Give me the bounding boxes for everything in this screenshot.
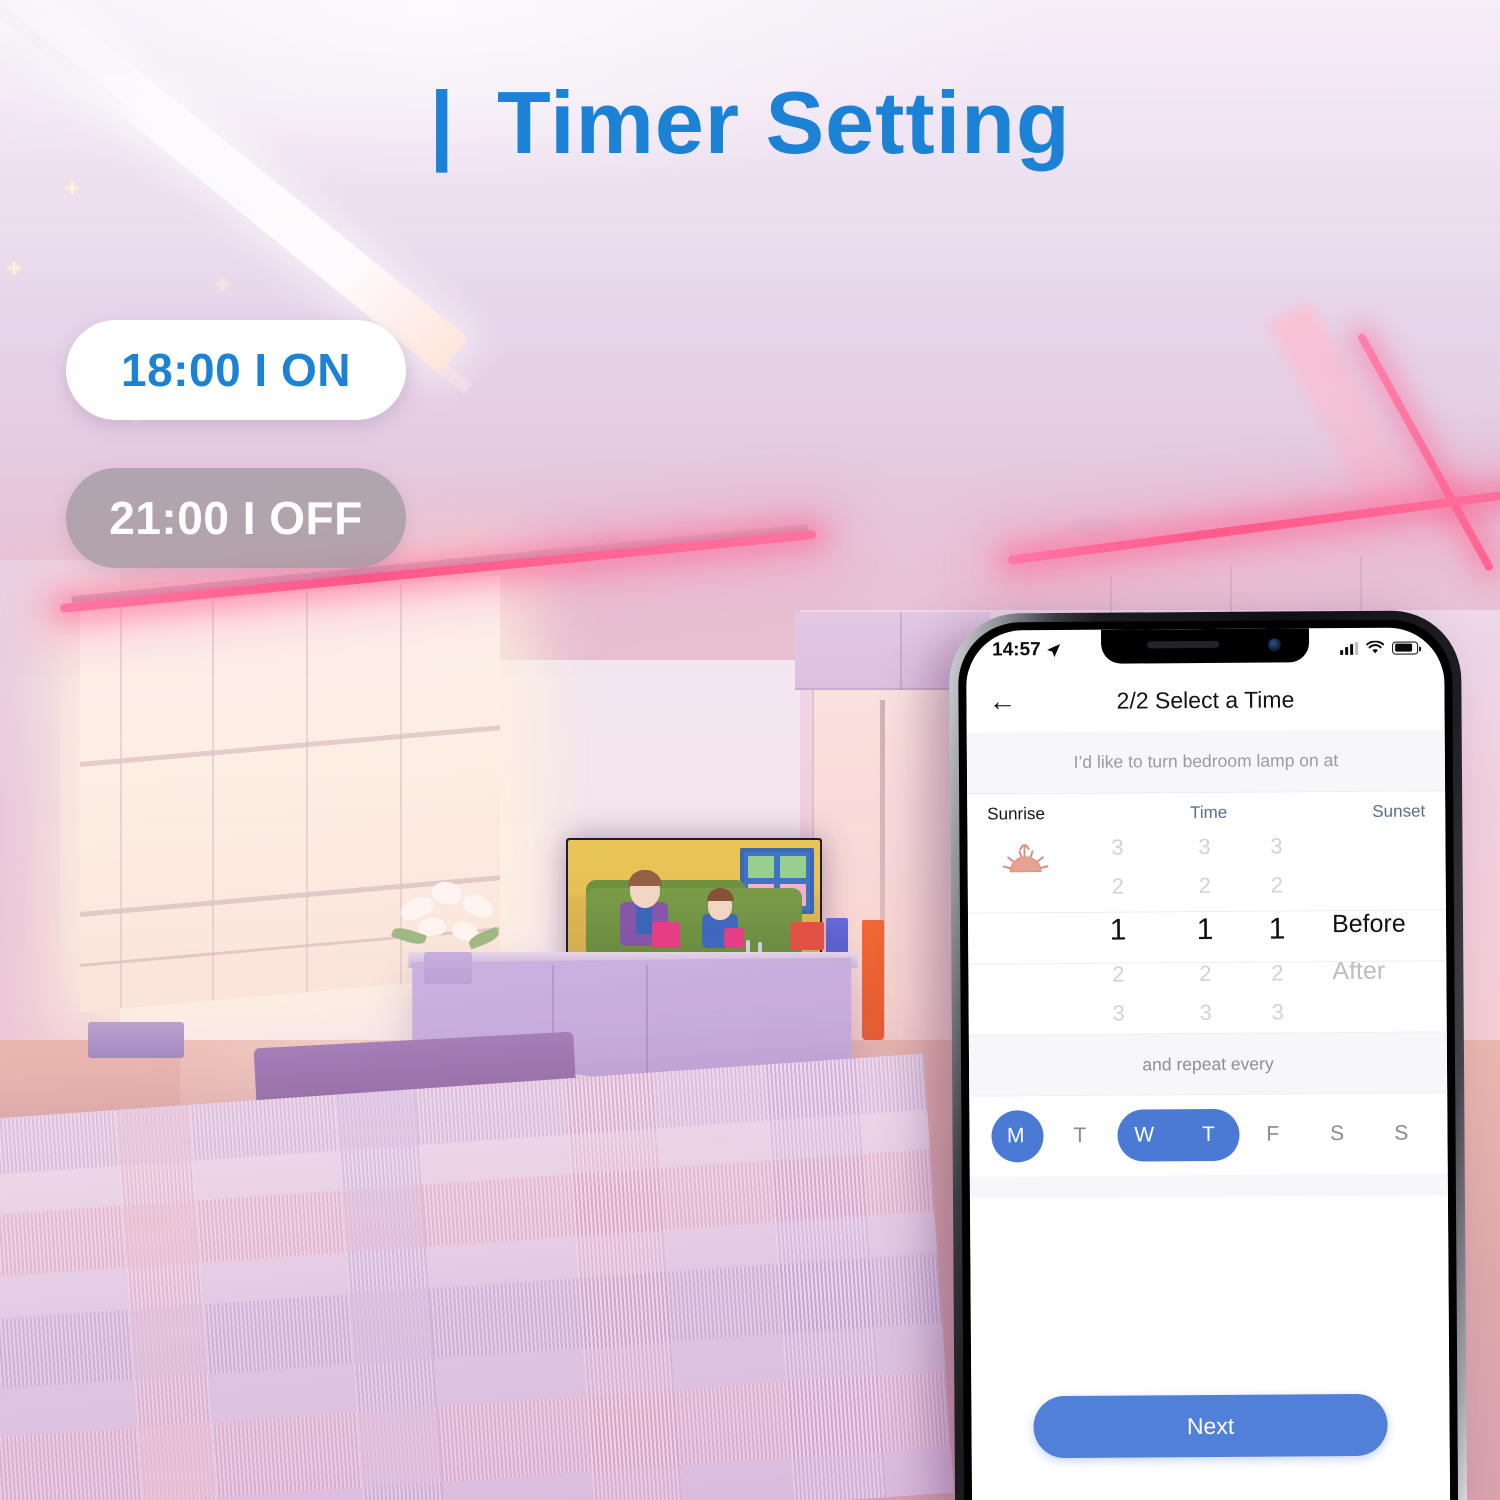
picker-value-selected[interactable]: 1 xyxy=(1269,905,1286,955)
tv-character-adult-shirt xyxy=(636,904,652,934)
instruction-text: I’d like to turn bedroom lamp on at xyxy=(966,729,1446,795)
repeat-label: and repeat every xyxy=(968,1031,1448,1097)
phone-notch xyxy=(1100,628,1310,664)
picker-value[interactable]: 2 xyxy=(1271,954,1284,993)
tab-time[interactable]: Time xyxy=(1190,803,1227,823)
location-arrow-icon xyxy=(1046,643,1060,657)
picker-value-selected[interactable]: 1 xyxy=(1110,906,1127,956)
window-blinds xyxy=(80,575,500,1012)
status-bar-icons xyxy=(1340,640,1419,656)
picker-value-blank xyxy=(1331,825,1431,863)
wifi-icon xyxy=(1366,640,1385,654)
ceiling-downlight xyxy=(1064,518,1124,536)
picker-value[interactable]: 2 xyxy=(1199,955,1212,994)
tv-popcorn-box xyxy=(652,922,680,948)
picker-value[interactable]: 3 xyxy=(1271,993,1284,1032)
bed xyxy=(0,1053,955,1500)
picker-value[interactable]: 3 xyxy=(1111,828,1124,867)
cabinet-seam xyxy=(900,612,902,690)
timer-badge-off: 21:00 I OFF xyxy=(66,468,406,568)
picker-column-minutes[interactable]: 3 2 1 2 3 xyxy=(1165,827,1244,1034)
title-bar-glyph: | xyxy=(429,73,455,172)
time-mode-tabs: Sunrise Time Sunset xyxy=(967,791,1446,829)
picker-value-selected[interactable]: 1 xyxy=(1197,905,1214,955)
television xyxy=(566,838,822,966)
picker-value[interactable]: 2 xyxy=(1199,866,1212,905)
front-camera-icon xyxy=(1268,638,1282,652)
phone-mockup: 14:57 ← 2/2 Select a Time I’d like to tu… xyxy=(948,610,1468,1500)
page-title: | Timer Setting xyxy=(0,72,1500,174)
picker-column-offset[interactable]: Before After xyxy=(1309,825,1432,1032)
picker-column-seconds[interactable]: 3 2 1 2 3 xyxy=(1243,826,1310,1032)
title-text: Timer Setting xyxy=(496,73,1071,172)
next-button[interactable]: Next xyxy=(1033,1393,1388,1459)
earpiece-speaker-icon xyxy=(1147,640,1220,649)
tv-popcorn-box xyxy=(724,928,744,948)
picker-value[interactable]: 2 xyxy=(1112,867,1125,906)
phone-screen: 14:57 ← 2/2 Select a Time I’d like to tu… xyxy=(965,627,1451,1500)
app-header: ← 2/2 Select a Time xyxy=(966,667,1445,733)
picker-value[interactable]: 3 xyxy=(1270,826,1283,865)
orange-towel xyxy=(862,920,884,1040)
tab-sunrise[interactable]: Sunrise xyxy=(987,804,1045,824)
day-button-monday[interactable]: M xyxy=(983,1110,1048,1162)
day-button-saturday[interactable]: S xyxy=(1305,1108,1370,1160)
status-bar-time-group: 14:57 xyxy=(992,639,1061,661)
picker-value-after[interactable]: After xyxy=(1332,947,1432,995)
day-button-friday[interactable]: F xyxy=(1240,1108,1305,1160)
picker-value[interactable]: 3 xyxy=(1198,827,1211,866)
signal-bars-icon xyxy=(1340,641,1359,655)
picker-value[interactable]: 3 xyxy=(1199,994,1212,1033)
timer-badge-on: 18:00 I ON xyxy=(66,320,406,420)
day-button-tuesday[interactable]: T xyxy=(1048,1110,1113,1162)
tab-sunset[interactable]: Sunset xyxy=(1372,801,1425,821)
tv-picture xyxy=(568,840,820,964)
tv-couch xyxy=(586,888,802,954)
nightstand xyxy=(88,1022,184,1058)
time-picker[interactable]: 3 2 1 2 3 3 2 1 2 3 3 2 1 2 3 Before Aft… xyxy=(967,825,1447,1035)
flower-vase xyxy=(424,952,472,984)
sunrise-icon xyxy=(1000,844,1050,878)
day-button-sunday[interactable]: S xyxy=(1369,1107,1434,1159)
battery-icon xyxy=(1392,641,1419,655)
back-button[interactable]: ← xyxy=(988,685,1028,716)
picker-value[interactable]: 2 xyxy=(1112,955,1125,994)
picker-value[interactable]: 3 xyxy=(1112,994,1125,1033)
picker-icon-column xyxy=(981,828,1070,1035)
status-bar-time: 14:57 xyxy=(992,639,1041,661)
picker-value-before[interactable]: Before xyxy=(1332,900,1432,948)
footer-actions: Next xyxy=(971,1393,1451,1500)
picker-value[interactable]: 2 xyxy=(1271,866,1284,905)
tv-character-adult-hair xyxy=(628,870,662,886)
day-button-wednesday[interactable]: W xyxy=(1112,1109,1177,1161)
content-spacer xyxy=(969,1195,1450,1397)
picker-value-blank xyxy=(1333,994,1433,1032)
day-selector[interactable]: M T W T F S S xyxy=(969,1093,1448,1177)
picker-column-hours[interactable]: 3 2 1 2 3 xyxy=(1069,827,1166,1034)
phone-bezel: 14:57 ← 2/2 Select a Time I’d like to tu… xyxy=(957,619,1459,1500)
day-button-thursday[interactable]: T xyxy=(1176,1109,1241,1161)
red-box-decor xyxy=(790,922,824,950)
picker-value-blank xyxy=(1332,863,1432,901)
screen-title: 2/2 Select a Time xyxy=(1116,685,1295,714)
